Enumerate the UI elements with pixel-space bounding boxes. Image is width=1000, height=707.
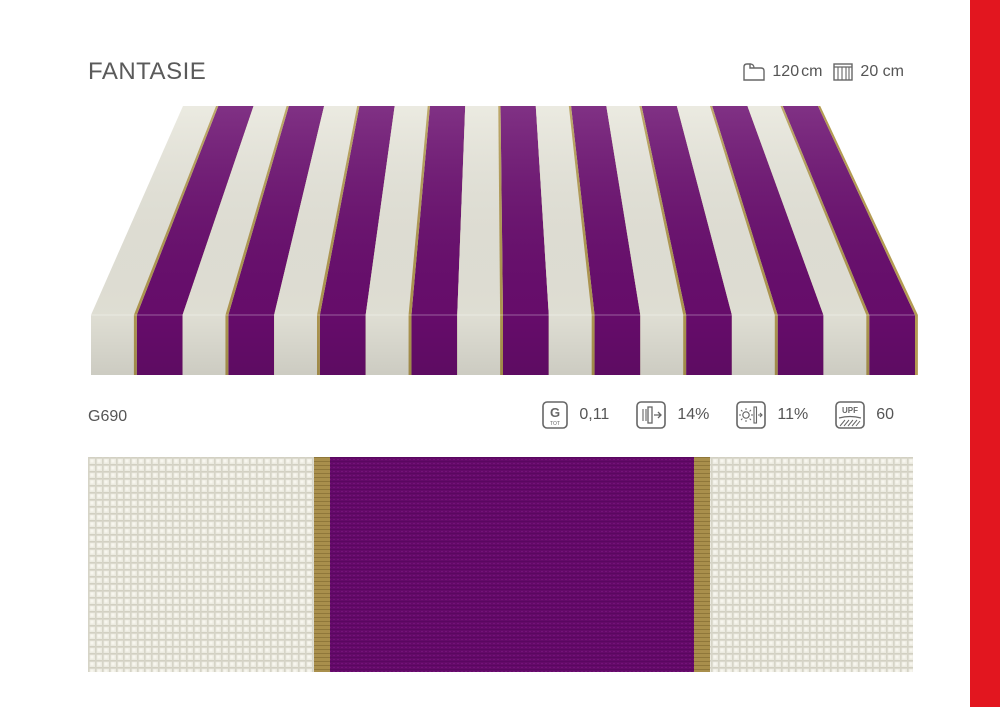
awning-top-surface: [91, 106, 918, 315]
light-transmission-icon: [736, 401, 767, 429]
light-value: 11%: [777, 406, 809, 423]
thermal-property: 14%: [635, 400, 709, 430]
awning-illustration: [91, 106, 918, 375]
sample-code: G690: [88, 408, 128, 425]
gtot-icon-subtext: TOT: [550, 421, 560, 427]
thermal-transmission-icon: [636, 401, 667, 429]
closeup-gold-stripe-right: [694, 457, 710, 672]
gtot-value: 0,11: [579, 406, 610, 423]
upf-icon: UPF: [835, 401, 866, 429]
light-property: 11%: [735, 400, 808, 430]
gtot-property: G TOT 0,11: [541, 400, 609, 430]
awning-front-shade: [91, 315, 915, 375]
fabric-properties: G TOT 0,11 14% 11% UPF 60: [541, 400, 894, 430]
upf-property: UPF 60: [834, 400, 894, 430]
awning-front-edge: [91, 314, 918, 375]
upf-icon-text: UPF: [842, 406, 858, 415]
gtot-icon: G TOT: [542, 401, 569, 429]
awning-top-shade: [91, 106, 915, 315]
gtot-icon-letter: G: [550, 405, 560, 420]
closeup-purple-stripe: [330, 457, 694, 672]
upf-value: 60: [876, 406, 894, 423]
closeup-gold-stripe-left: [314, 457, 330, 672]
fabric-closeup: [88, 457, 913, 672]
thermal-value: 14%: [677, 406, 710, 423]
awning-gold-edge-front: [915, 315, 918, 375]
